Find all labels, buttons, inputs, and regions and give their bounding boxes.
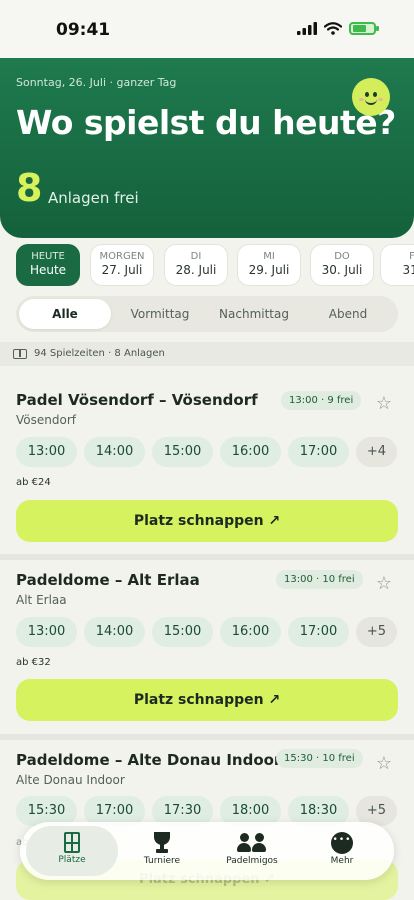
tab-label: Mehr xyxy=(330,856,354,866)
date-chip-fr[interactable]: F 31. xyxy=(380,244,414,286)
book-court-button[interactable]: Platz schnappen ↗ xyxy=(16,679,398,721)
filter-nachmittag[interactable]: Nachmittag xyxy=(208,299,300,329)
time-slot[interactable]: 14:00 xyxy=(84,437,145,467)
free-venues-label: Anlagen frei xyxy=(48,189,139,207)
tab-turniere[interactable]: Turniere xyxy=(116,826,208,876)
date-chip-do[interactable]: DO 30. Juli xyxy=(310,244,374,286)
time-slot[interactable]: 15:00 xyxy=(152,437,213,467)
hero-header: Sonntag, 26. Juli · ganzer Tag Wo spiels… xyxy=(0,58,414,238)
trophy-icon xyxy=(150,832,174,854)
bottom-tab-bar: Plätze Turniere Padelmigos Mehr xyxy=(20,822,394,880)
tennis-ball-mascot-icon xyxy=(352,78,390,116)
field-icon xyxy=(64,832,80,853)
venue-title[interactable]: Padeldome – Alte Donau Indoor xyxy=(16,751,281,769)
tab-label: Plätze xyxy=(58,855,86,865)
cellular-signal-icon xyxy=(297,22,317,35)
page-title: Wo spielst du heute? xyxy=(16,103,396,142)
time-slot[interactable]: 16:00 xyxy=(220,617,281,647)
time-of-day-filter: Alle Vormittag Nachmittag Abend xyxy=(16,296,398,332)
free-venues-count: 8 xyxy=(16,166,43,210)
status-icons xyxy=(297,22,379,35)
time-slot[interactable]: 17:00 xyxy=(288,437,349,467)
favorite-star-icon[interactable]: ☆ xyxy=(374,574,394,594)
time-slot[interactable]: 13:00 xyxy=(16,617,77,647)
date-chip-date: 29. Juli xyxy=(248,263,290,277)
date-chip-date: 27. Juli xyxy=(101,263,143,277)
venue-title[interactable]: Padeldome – Alt Erlaa xyxy=(16,571,200,589)
availability-badge: 13:00 · 9 frei xyxy=(281,391,362,410)
date-chip-date: 30. Juli xyxy=(321,263,363,277)
time-slot[interactable]: 15:00 xyxy=(152,617,213,647)
wifi-icon xyxy=(324,22,342,35)
results-summary: 94 Spielzeiten · 8 Anlagen xyxy=(0,342,414,366)
date-chip-date: Heute xyxy=(29,263,67,277)
time-slot[interactable]: 13:00 xyxy=(16,437,77,467)
venue-card: Padel Vösendorf – Vösendorf Vösendorf 13… xyxy=(0,372,414,552)
filter-alle[interactable]: Alle xyxy=(19,299,111,329)
date-chip-weekday: DO xyxy=(334,251,350,262)
time-slot[interactable]: 17:00 xyxy=(288,617,349,647)
date-chip-date: 31. xyxy=(402,263,414,277)
book-court-button[interactable]: Platz schnappen ↗ xyxy=(16,500,398,542)
battery-icon xyxy=(349,22,379,35)
date-chip-heute[interactable]: HEUTE Heute xyxy=(16,244,80,286)
price-from: ab €24 xyxy=(16,477,51,488)
price-from: ab €32 xyxy=(16,657,51,668)
tab-label: Padelmigos xyxy=(226,856,278,866)
date-selector: HEUTE Heute MORGEN 27. Juli DI 28. Juli … xyxy=(16,244,414,288)
status-time: 09:41 xyxy=(56,20,111,40)
court-icon xyxy=(13,349,27,359)
hero-date: Sonntag, 26. Juli · ganzer Tag xyxy=(16,76,177,89)
venue-location: Alte Donau Indoor xyxy=(16,773,125,787)
results-summary-text: 94 Spielzeiten · 8 Anlagen xyxy=(34,348,165,359)
venue-card: Padeldome – Alt Erlaa Alt Erlaa 13:00 · … xyxy=(0,560,414,732)
tab-label: Turniere xyxy=(143,856,181,866)
favorite-star-icon[interactable]: ☆ xyxy=(374,754,394,774)
tab-plaetze[interactable]: Plätze xyxy=(26,826,118,876)
filter-abend[interactable]: Abend xyxy=(302,299,394,329)
favorite-star-icon[interactable]: ☆ xyxy=(374,394,394,414)
date-chip-weekday: MI xyxy=(263,251,275,262)
date-chip-morgen[interactable]: MORGEN 27. Juli xyxy=(90,244,154,286)
date-chip-mi[interactable]: MI 29. Juli xyxy=(237,244,301,286)
date-chip-weekday: F xyxy=(409,251,414,262)
filter-vormittag[interactable]: Vormittag xyxy=(114,299,206,329)
time-slot[interactable]: 16:00 xyxy=(220,437,281,467)
more-slots-button[interactable]: +4 xyxy=(356,437,397,467)
date-chip-weekday: DI xyxy=(190,251,202,262)
availability-badge: 13:00 · 10 frei xyxy=(276,570,363,589)
venue-location: Vösendorf xyxy=(16,413,76,427)
tab-mehr[interactable]: Mehr xyxy=(296,826,388,876)
date-chip-di[interactable]: DI 28. Juli xyxy=(164,244,228,286)
time-slot[interactable]: 14:00 xyxy=(84,617,145,647)
venue-title[interactable]: Padel Vösendorf – Vösendorf xyxy=(16,391,258,409)
battery-level xyxy=(353,25,367,32)
more-icon xyxy=(331,832,353,854)
tab-padelmigos[interactable]: Padelmigos xyxy=(206,826,298,876)
date-chip-weekday: HEUTE xyxy=(31,251,65,262)
venue-location: Alt Erlaa xyxy=(16,593,67,607)
people-icon xyxy=(237,832,267,854)
date-chip-weekday: MORGEN xyxy=(99,251,145,262)
more-slots-button[interactable]: +5 xyxy=(356,617,397,647)
date-chip-date: 28. Juli xyxy=(175,263,217,277)
status-bar: 09:41 xyxy=(0,0,414,58)
availability-badge: 15:30 · 10 frei xyxy=(276,749,363,768)
